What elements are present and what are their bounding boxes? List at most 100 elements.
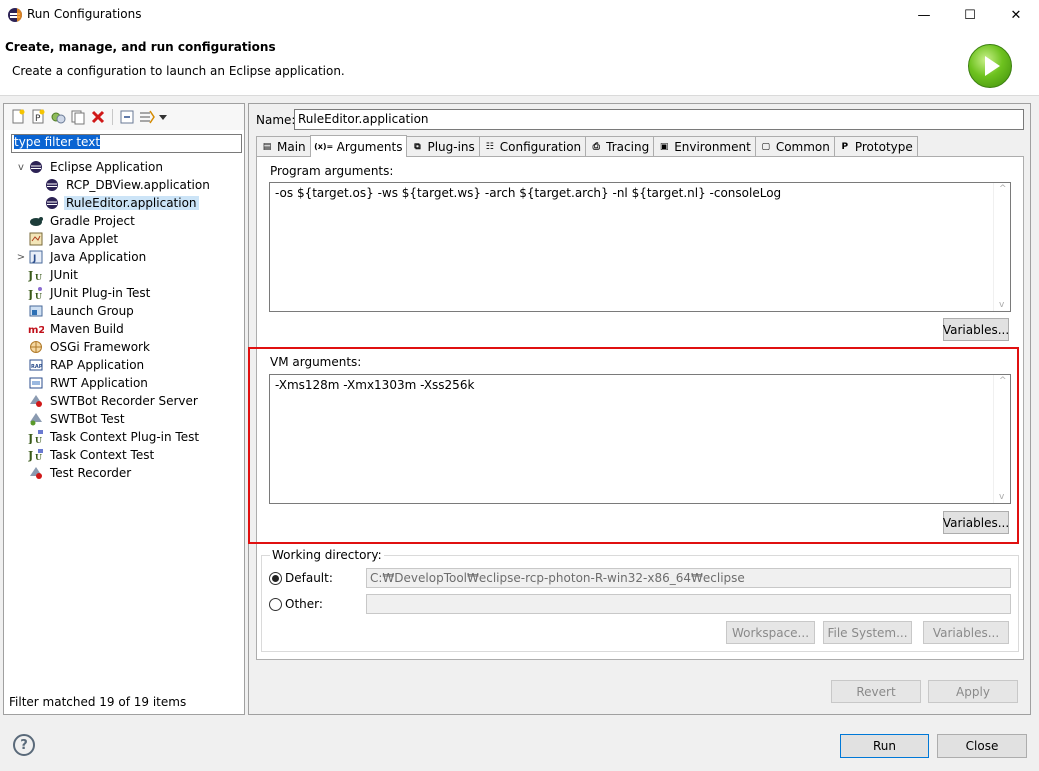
tree-item[interactable]: Test Recorder	[14, 464, 133, 482]
tree-item[interactable]: SWTBot Recorder Server	[14, 392, 200, 410]
other-directory-field[interactable]	[366, 594, 1011, 614]
export-configuration-icon[interactable]	[49, 108, 67, 126]
tree-item[interactable]: v Eclipse Application	[14, 158, 165, 176]
gradle-icon	[28, 213, 44, 229]
run-button[interactable]: Run	[840, 734, 929, 758]
tree-item-label: Java Application	[50, 250, 147, 264]
tab-label: Arguments	[336, 139, 403, 154]
tab-label: Prototype	[854, 140, 913, 154]
view-menu-icon[interactable]	[158, 108, 168, 126]
revert-button[interactable]: Revert	[831, 680, 921, 703]
tree-item[interactable]: RuleEditor.application	[30, 194, 199, 212]
arguments-tab-icon: (x)=	[314, 142, 334, 151]
tab-prototype[interactable]: P Prototype	[833, 136, 918, 157]
run-icon	[968, 44, 1012, 88]
tree-item[interactable]: RAP RAP Application	[14, 356, 146, 374]
plugins-tab-icon: ⧉	[414, 142, 421, 152]
title-bar: Run Configurations — ☐ ✕	[0, 0, 1039, 30]
new-prototype-icon[interactable]: P	[29, 108, 47, 126]
tab-label: Common	[775, 140, 830, 154]
tree-item[interactable]: Launch Group	[14, 302, 136, 320]
workspace-button[interactable]: Workspace...	[726, 621, 815, 644]
tree-item[interactable]: SWTBot Test	[14, 410, 127, 428]
filter-input[interactable]: type filter text	[11, 134, 242, 153]
program-variables-button[interactable]: Variables...	[943, 318, 1009, 341]
tab-label: Plug-ins	[427, 140, 475, 154]
configuration-list-panel: P type filter text v Eclipse Application R…	[3, 103, 245, 715]
tab-main[interactable]: ▤ Main	[256, 136, 311, 157]
tree-item[interactable]: OSGi Framework	[14, 338, 152, 356]
close-window-button[interactable]: ✕	[993, 0, 1039, 30]
tab-tracing[interactable]: ⎙ Tracing	[585, 136, 655, 157]
junit-icon: JU	[28, 267, 44, 283]
working-directory-variables-button[interactable]: Variables...	[923, 621, 1009, 644]
tab-common[interactable]: ▢ Common	[754, 136, 835, 157]
help-icon[interactable]: ?	[13, 734, 35, 756]
tree-item[interactable]: J U JUnit	[14, 266, 80, 284]
program-arguments-textarea[interactable]: -os ${target.os} -ws ${target.ws} -arch …	[269, 182, 1011, 312]
other-radio-label: Other:	[285, 597, 323, 611]
tree-item-label: Java Applet	[50, 232, 119, 246]
svg-text:U: U	[35, 435, 42, 444]
tree-item-label: RAP Application	[50, 358, 145, 372]
tree-item-label: Task Context Plug-in Test	[50, 430, 200, 444]
chevron-down-icon[interactable]: v	[14, 162, 28, 173]
swtbot-test-icon	[28, 411, 44, 427]
working-directory-label: Working directory:	[270, 548, 384, 562]
apply-button[interactable]: Apply	[928, 680, 1018, 703]
rwt-icon	[28, 375, 44, 391]
tree-item-label: SWTBot Recorder Server	[50, 394, 198, 408]
vm-arguments-highlight	[248, 347, 1019, 544]
name-label: Name:	[256, 113, 296, 127]
other-radio-row[interactable]: Other:	[269, 597, 323, 611]
tree-item[interactable]: m2 Maven Build	[14, 320, 126, 338]
collapse-all-icon[interactable]	[118, 108, 136, 126]
delete-configuration-icon[interactable]	[89, 108, 107, 126]
configuration-tab-icon: ☷	[485, 142, 494, 152]
tree-item-label: Launch Group	[50, 304, 134, 318]
close-button[interactable]: Close	[937, 734, 1027, 758]
tab-label: Environment	[674, 140, 751, 154]
program-arguments-scrollbar[interactable]	[993, 183, 1010, 311]
task-context-plugin-icon: JU	[28, 429, 44, 445]
tree-item-label: RuleEditor.application	[64, 196, 199, 210]
eclipse-icon	[28, 159, 44, 175]
chevron-right-icon[interactable]: >	[14, 252, 28, 263]
new-configuration-icon[interactable]	[9, 108, 27, 126]
prototype-tab-icon: P	[841, 142, 849, 152]
task-context-icon: JU	[28, 447, 44, 463]
tree-item[interactable]: J U Task Context Test	[14, 446, 156, 464]
tree-item[interactable]: Gradle Project	[14, 212, 137, 230]
other-radio[interactable]	[269, 597, 282, 611]
tree-item-label: JUnit	[50, 268, 78, 282]
svg-text:U: U	[35, 452, 42, 462]
default-radio[interactable]	[269, 571, 282, 585]
eclipse-icon	[44, 177, 60, 193]
file-system-button[interactable]: File System...	[823, 621, 912, 644]
minimize-button[interactable]: —	[901, 0, 947, 30]
filter-configurations-icon[interactable]	[138, 108, 156, 126]
tree-item[interactable]: RCP_DBView.application	[30, 176, 212, 194]
default-radio-label: Default:	[285, 571, 333, 585]
tree-item-label: Test Recorder	[50, 466, 132, 480]
tab-plug-ins[interactable]: ⧉ Plug-ins	[406, 136, 480, 157]
program-arguments-label: Program arguments:	[270, 164, 394, 178]
tree-item[interactable]: > J Java Application	[14, 248, 148, 266]
tab-label: Configuration	[499, 140, 582, 154]
default-radio-row[interactable]: Default:	[269, 571, 333, 585]
tab-arguments[interactable]: (x)= Arguments	[309, 135, 408, 157]
tree-item-label: OSGi Framework	[50, 340, 150, 354]
tree-item-label: Maven Build	[50, 322, 124, 336]
tree-item[interactable]: Java Applet	[14, 230, 120, 248]
tree-item[interactable]: RWT Application	[14, 374, 150, 392]
maximize-button[interactable]: ☐	[947, 0, 993, 30]
filter-status: Filter matched 19 of 19 items	[9, 695, 187, 709]
duplicate-configuration-icon[interactable]	[69, 108, 87, 126]
tree-item-label: Gradle Project	[50, 214, 135, 228]
tree-item[interactable]: J U JUnit Plug-in Test	[14, 284, 152, 302]
swtbot-recorder-icon	[28, 393, 44, 409]
name-field[interactable]: RuleEditor.application	[294, 109, 1024, 130]
tab-configuration[interactable]: ☷ Configuration	[478, 136, 587, 157]
tab-environment[interactable]: ▣ Environment	[653, 136, 756, 157]
tree-item[interactable]: J U Task Context Plug-in Test	[14, 428, 201, 446]
